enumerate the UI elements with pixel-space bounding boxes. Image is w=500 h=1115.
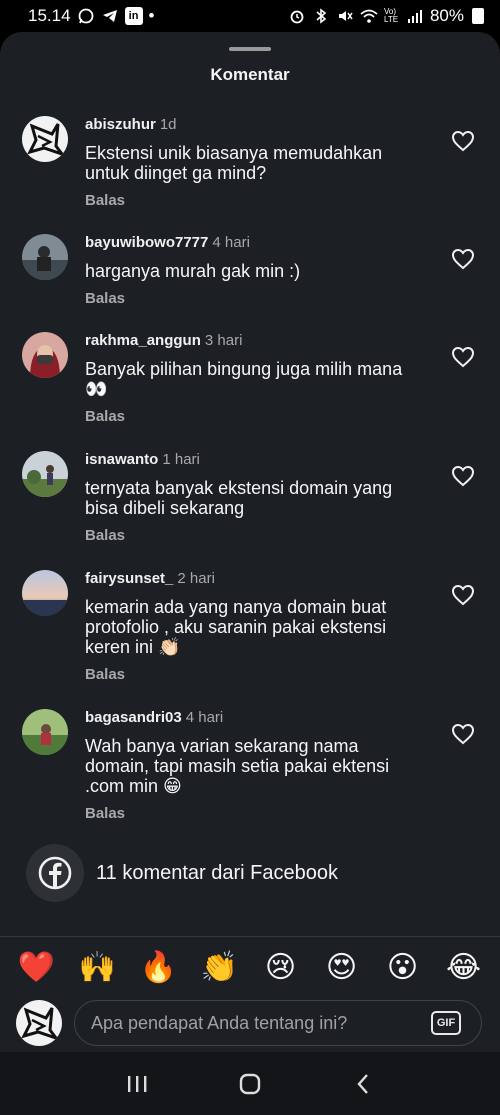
dot-icon: • bbox=[148, 6, 155, 25]
back-button[interactable] bbox=[343, 1064, 383, 1104]
comment-text: Banyak pilihan bingung juga milih mana 👀 bbox=[85, 359, 403, 399]
comment-text: kemarin ada yang nanya domain buat proto… bbox=[85, 597, 387, 657]
crying-emoji-button[interactable]: 😢 bbox=[259, 946, 303, 990]
home-button[interactable] bbox=[230, 1064, 270, 1104]
alarm-icon bbox=[288, 7, 306, 25]
facebook-comments-label: 11 komentar dari Facebook bbox=[96, 861, 338, 884]
clap-emoji-button[interactable]: 👏 bbox=[198, 946, 242, 990]
whatsapp-icon bbox=[77, 7, 95, 25]
signal-icon bbox=[406, 7, 424, 25]
avatar[interactable] bbox=[22, 116, 68, 162]
bluetooth-icon bbox=[312, 7, 330, 25]
fire-emoji-button[interactable]: 🔥 bbox=[137, 946, 181, 990]
avatar[interactable] bbox=[22, 234, 68, 280]
comments-sheet: Komentar abiszuhur 1d Ekstensi unik biasa… bbox=[0, 32, 500, 1052]
comment-time: 4 hari bbox=[212, 234, 250, 251]
comment-username[interactable]: abiszuhur bbox=[85, 116, 156, 133]
comment-text: Wah banya varian sekarang nama domain, t… bbox=[85, 736, 390, 796]
recent-apps-button[interactable] bbox=[117, 1064, 157, 1104]
gif-button[interactable]: GIF bbox=[431, 1011, 461, 1035]
reply-button[interactable]: Balas bbox=[85, 290, 425, 307]
divider bbox=[0, 936, 500, 937]
mute-icon bbox=[336, 7, 354, 25]
system-nav-bar bbox=[0, 1052, 500, 1115]
clock: 15.14 bbox=[28, 6, 71, 25]
reply-button[interactable]: Balas bbox=[85, 805, 425, 822]
battery-icon bbox=[472, 8, 484, 24]
facebook-icon bbox=[26, 844, 84, 902]
comment-input[interactable] bbox=[91, 1001, 421, 1045]
comment-time: 1 hari bbox=[162, 451, 200, 468]
reply-button[interactable]: Balas bbox=[85, 192, 425, 209]
heart-eyes-emoji-button[interactable]: 😍 bbox=[320, 946, 364, 990]
reply-button[interactable]: Balas bbox=[85, 527, 425, 544]
comment-username[interactable]: bayuwibowo7777 bbox=[85, 234, 208, 251]
comment-text: harganya murah gak min :) bbox=[85, 261, 301, 281]
reply-button[interactable]: Balas bbox=[85, 666, 425, 683]
telegram-icon bbox=[101, 7, 119, 25]
drag-handle[interactable] bbox=[229, 47, 271, 51]
heart-icon[interactable] bbox=[451, 248, 475, 270]
avatar[interactable] bbox=[22, 451, 68, 497]
wifi-icon bbox=[360, 7, 378, 25]
user-avatar bbox=[16, 1000, 62, 1046]
comment-time: 2 hari bbox=[177, 570, 215, 587]
comment-username[interactable]: fairysunset_ bbox=[85, 570, 173, 587]
comment-username[interactable]: rakhma_anggun bbox=[85, 332, 201, 349]
heart-icon[interactable] bbox=[451, 465, 475, 487]
comment-time: 1d bbox=[159, 116, 177, 133]
emoji-reaction-bar: ❤️ 🙌 🔥 👏 😢 😍 😮 😂 bbox=[0, 946, 500, 990]
sheet-title: Komentar bbox=[210, 65, 290, 84]
comment-time: 4 hari bbox=[185, 709, 224, 726]
heart-icon[interactable] bbox=[451, 346, 475, 368]
comment-username[interactable]: isnawanto bbox=[85, 451, 158, 468]
avatar[interactable] bbox=[22, 332, 68, 378]
heart-icon[interactable] bbox=[451, 584, 475, 606]
laughing-emoji-button[interactable]: 😂 bbox=[442, 946, 486, 990]
raised-hands-emoji-button[interactable]: 🙌 bbox=[76, 946, 120, 990]
heart-emoji-button[interactable]: ❤️ bbox=[15, 946, 59, 990]
battery-percent: 80% bbox=[429, 6, 464, 25]
status-bar: 15.14 in • Vo) LTE 80% bbox=[0, 0, 500, 32]
surprised-emoji-button[interactable]: 😮 bbox=[381, 946, 425, 990]
comment-text: Ekstensi unik biasanya memudahkan untuk … bbox=[85, 143, 383, 183]
heart-icon[interactable] bbox=[451, 723, 475, 745]
comment-username[interactable]: bagasandri03 bbox=[85, 709, 182, 726]
comment-composer: GIF bbox=[0, 998, 500, 1048]
facebook-comments-link[interactable]: 11 komentar dari Facebook bbox=[26, 844, 476, 902]
comment-input-box: GIF bbox=[74, 1000, 482, 1046]
network-label: Vo) LTE bbox=[383, 7, 399, 24]
heart-icon[interactable] bbox=[451, 130, 475, 152]
reply-button[interactable]: Balas bbox=[85, 408, 425, 425]
avatar[interactable] bbox=[22, 709, 68, 755]
avatar[interactable] bbox=[22, 570, 68, 616]
comment-text: ternyata banyak ekstensi domain yang bis… bbox=[85, 478, 393, 518]
comment-time: 3 hari bbox=[204, 332, 243, 349]
linkedin-icon: in bbox=[124, 7, 143, 25]
